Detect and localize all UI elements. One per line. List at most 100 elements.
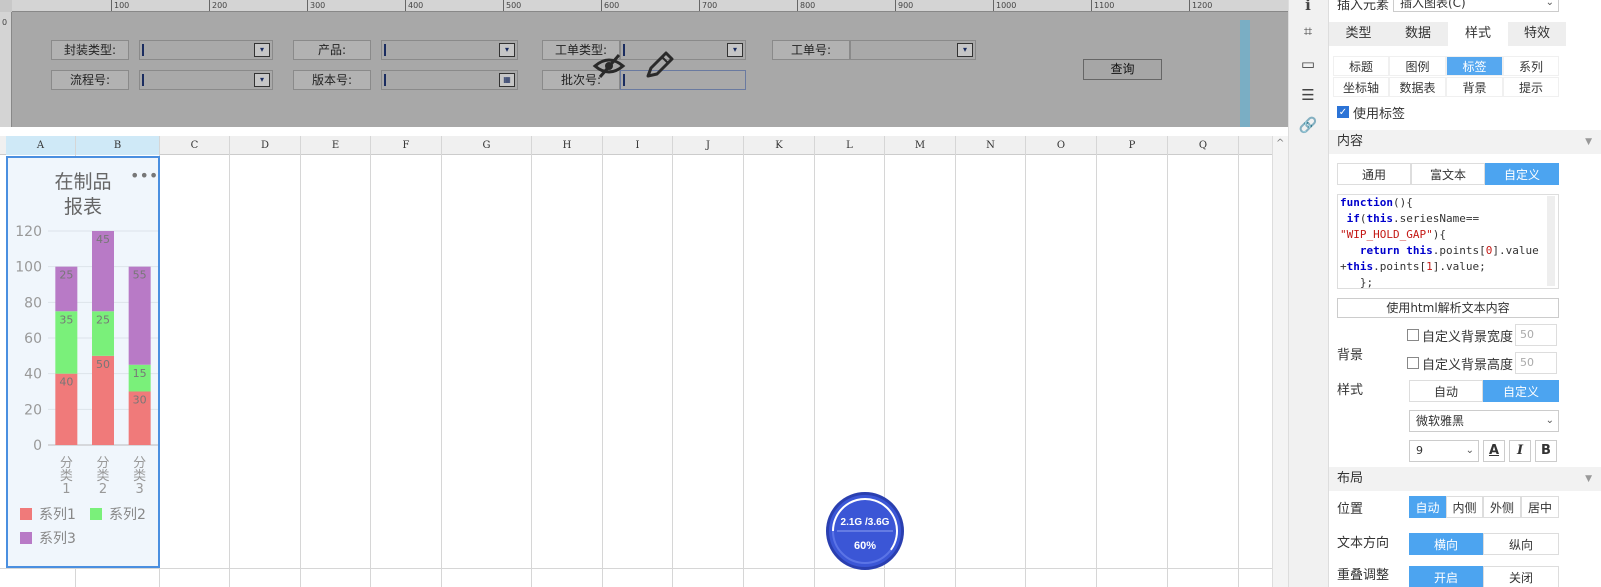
font-size-select[interactable]: 9 ⌄ (1409, 440, 1479, 462)
column-gridline (814, 155, 815, 587)
column-header-i[interactable]: I (603, 136, 673, 155)
column-header-g[interactable]: G (442, 136, 532, 155)
tab-style[interactable]: 样式 (1448, 22, 1508, 46)
font-color-icon[interactable]: A (1483, 440, 1505, 462)
edit-icon[interactable] (643, 50, 675, 80)
column-header-p[interactable]: P (1097, 136, 1168, 155)
column-header-c[interactable]: C (160, 136, 230, 155)
content-mode-general[interactable]: 通用 (1337, 163, 1411, 185)
column-header-a[interactable]: A (6, 136, 76, 155)
position-inside[interactable]: 内侧 (1446, 496, 1483, 518)
overlap-on[interactable]: 开启 (1409, 566, 1483, 587)
style-mode-custom[interactable]: 自定义 (1483, 380, 1559, 402)
font-family-select[interactable]: 微软雅黑 ⌄ (1409, 410, 1559, 432)
tab-data[interactable]: 数据 (1388, 22, 1448, 46)
column-header-o[interactable]: O (1026, 136, 1097, 155)
subtab-series[interactable]: 系列 (1503, 56, 1559, 76)
memory-percent-text: 60% (853, 540, 877, 552)
chevron-down-icon[interactable]: ▾ (499, 43, 515, 57)
bold-icon[interactable]: B (1535, 440, 1557, 462)
bg-width-input[interactable]: 50 (1515, 324, 1557, 346)
chevron-down-icon[interactable]: ⌄ (1546, 411, 1554, 431)
text-direction-horizontal[interactable]: 横向 (1409, 533, 1483, 555)
y-tick-label: 80 (24, 295, 42, 311)
content-mode-custom[interactable]: 自定义 (1485, 163, 1559, 185)
column-gridline (672, 155, 673, 587)
subtab-title[interactable]: 标题 (1333, 56, 1389, 76)
column-header-f[interactable]: F (371, 136, 442, 155)
column-header-h[interactable]: H (532, 136, 603, 155)
dropdown-widget-icon[interactable]: ▭ (1298, 55, 1318, 73)
overlap-off[interactable]: 关闭 (1483, 566, 1559, 587)
chevron-down-icon[interactable]: ▾ (254, 73, 270, 87)
memory-usage-widget[interactable]: 2.1G /3.6G 60% (826, 492, 904, 570)
wip-report-chart[interactable]: 在制品 报表 ••• 0 20 40 60 80 100 120 40 35 25 分类 1 50 25 4… (6, 156, 160, 568)
sheet-vertical-scrollbar[interactable]: ^ (1272, 136, 1288, 587)
style-mode-auto[interactable]: 自动 (1409, 380, 1483, 402)
subtab-tooltip[interactable]: 提示 (1503, 77, 1559, 97)
chevron-down-icon[interactable]: ⌄ (1546, 0, 1554, 13)
spreadsheet-grid[interactable] (0, 136, 1288, 587)
data-label: 30 (133, 394, 147, 407)
work-order-no-select[interactable]: ▾ (850, 40, 976, 60)
subtab-datatable[interactable]: 数据表 (1389, 77, 1446, 97)
code-line: if(this.seriesName== (1346, 212, 1480, 225)
memory-usage-text: 2.1G /3.6G (840, 517, 890, 528)
subtab-axis[interactable]: 坐标轴 (1333, 77, 1389, 97)
insert-element-select[interactable]: 插入图表(C) ⌄ (1393, 0, 1559, 12)
content-mode-richtext[interactable]: 富文本 (1411, 163, 1485, 185)
hide-icon[interactable] (592, 52, 626, 80)
version-no-date-field[interactable]: ▦ (381, 70, 518, 90)
layout-icon[interactable]: ☰ (1298, 86, 1318, 104)
column-header-d[interactable]: D (230, 136, 301, 155)
chevron-down-icon[interactable]: ▾ (727, 43, 743, 57)
subtab-background[interactable]: 背景 (1446, 77, 1503, 97)
bg-height-input[interactable]: 50 (1515, 352, 1557, 374)
param-panel-scrollbar[interactable] (1240, 20, 1250, 127)
flow-no-select[interactable]: ▾ (139, 70, 273, 90)
chevron-down-icon[interactable]: ⌄ (1466, 441, 1474, 461)
custom-bg-height-checkbox[interactable] (1407, 357, 1419, 369)
info-icon[interactable]: ℹ (1298, 0, 1318, 14)
chart-plot: 020406080100120403525分类1502545分类2301555分… (15, 224, 158, 547)
ruler-tick: 1100 (1091, 0, 1114, 11)
work-order-type-select[interactable]: ▾ (620, 40, 746, 60)
custom-label-code-editor[interactable]: function(){ if(this.seriesName== "WIP_HOL… (1337, 194, 1559, 289)
column-header-q[interactable]: Q (1168, 136, 1239, 155)
content-section-header[interactable]: 内容 ▼ (1329, 130, 1601, 154)
chevron-down-icon[interactable]: ▾ (957, 43, 973, 57)
legend-label: 系列2 (109, 507, 146, 523)
product-select[interactable]: ▾ (381, 40, 518, 60)
calendar-icon[interactable]: ▦ (499, 73, 515, 87)
use-label-checkbox[interactable]: ✓ (1337, 106, 1349, 118)
code-editor-scrollbar[interactable] (1547, 196, 1555, 286)
column-header-j[interactable]: J (673, 136, 744, 155)
html-parse-button[interactable]: 使用html解析文本内容 (1337, 298, 1559, 318)
subtab-label[interactable]: 标签 (1446, 56, 1503, 76)
custom-bg-width-checkbox[interactable] (1407, 329, 1419, 341)
crop-icon[interactable]: ⌗ (1298, 22, 1318, 40)
tab-effects[interactable]: 特效 (1508, 22, 1566, 46)
link-icon[interactable]: 🔗 (1298, 116, 1318, 134)
package-type-select[interactable]: ▾ (139, 40, 273, 60)
tab-type[interactable]: 类型 (1329, 22, 1388, 46)
collapse-icon[interactable]: ▼ (1585, 130, 1592, 154)
position-outside[interactable]: 外侧 (1483, 496, 1521, 518)
column-header-m[interactable]: M (885, 136, 956, 155)
text-direction-vertical[interactable]: 纵向 (1483, 533, 1559, 555)
query-button[interactable]: 查询 (1083, 59, 1162, 80)
column-header-n[interactable]: N (956, 136, 1026, 155)
scroll-up-icon[interactable]: ^ (1276, 138, 1284, 149)
subtab-legend[interactable]: 图例 (1389, 56, 1446, 76)
column-header-k[interactable]: K (744, 136, 815, 155)
batch-no-input[interactable] (620, 70, 746, 90)
column-header-b[interactable]: B (76, 136, 160, 155)
collapse-icon[interactable]: ▼ (1585, 467, 1592, 491)
position-auto[interactable]: 自动 (1409, 496, 1446, 518)
position-center[interactable]: 居中 (1521, 496, 1559, 518)
italic-icon[interactable]: I (1509, 440, 1531, 462)
column-header-e[interactable]: E (301, 136, 371, 155)
column-header-l[interactable]: L (815, 136, 885, 155)
chevron-down-icon[interactable]: ▾ (254, 43, 270, 57)
layout-section-header[interactable]: 布局 ▼ (1329, 467, 1601, 491)
